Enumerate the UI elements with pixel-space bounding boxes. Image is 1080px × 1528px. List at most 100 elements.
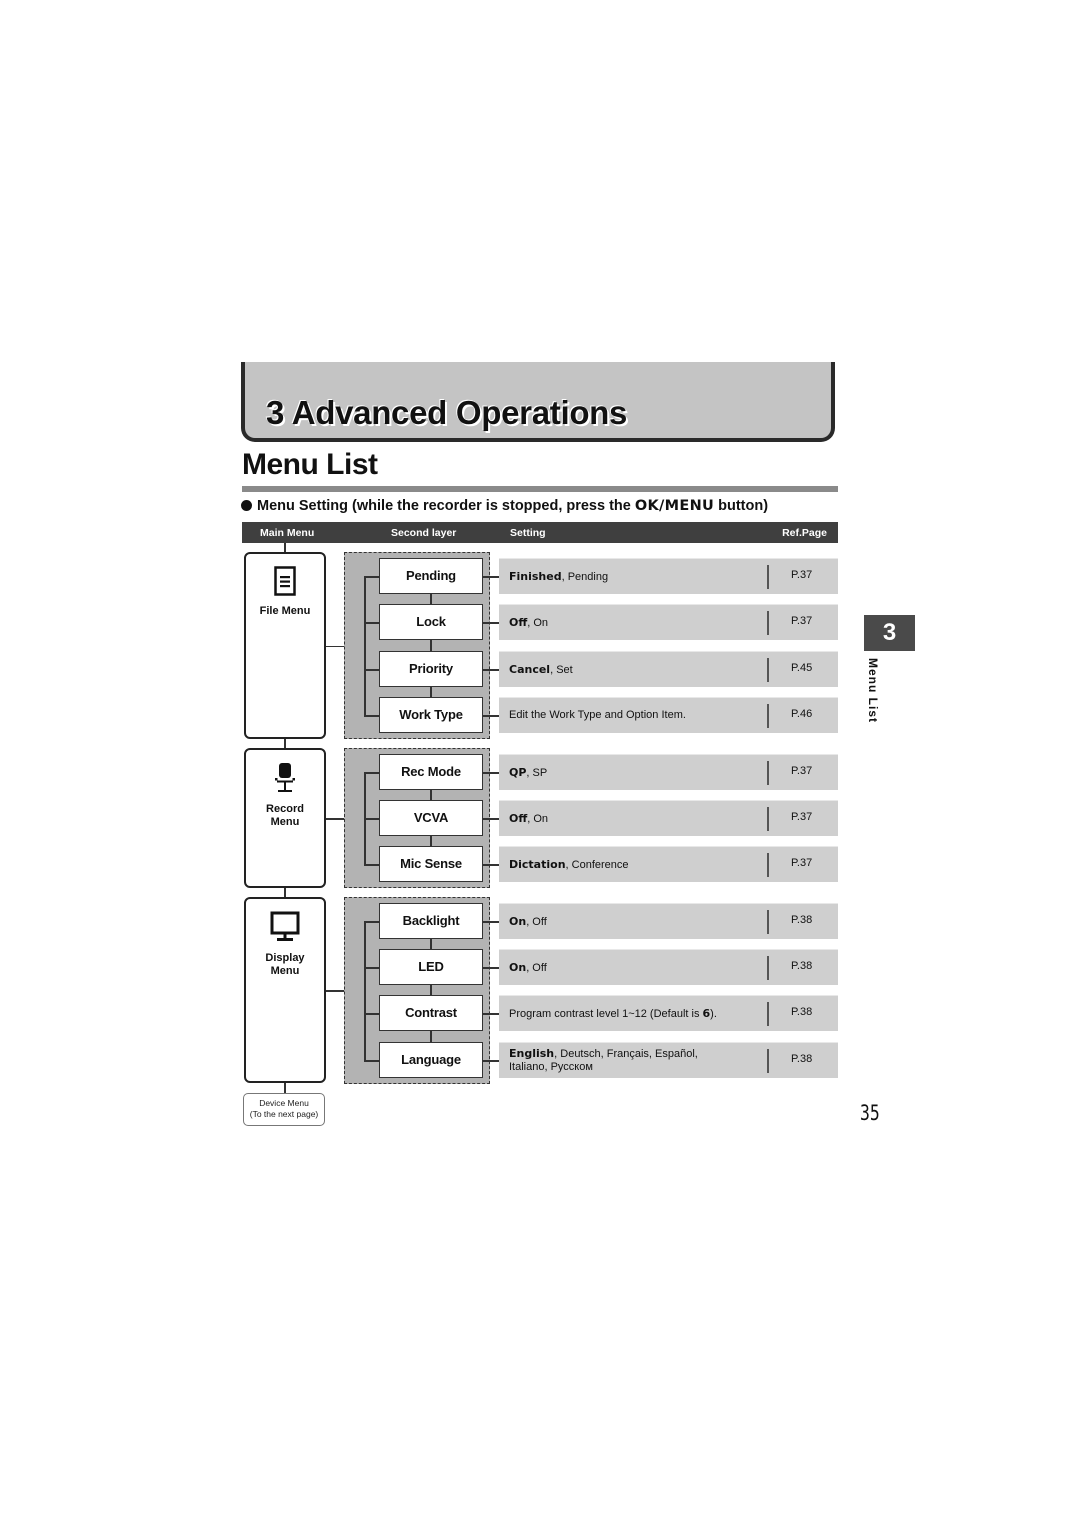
bracket-line — [364, 772, 379, 774]
header-ref-page: Ref.Page — [782, 527, 827, 539]
second-layer-item-rec-mode[interactable]: Rec Mode — [379, 754, 483, 790]
ref-page-link[interactable]: P.37 — [791, 811, 812, 823]
connector-line — [430, 640, 432, 651]
second-layer-item-backlight[interactable]: Backlight — [379, 903, 483, 939]
second-layer-item-pending[interactable]: Pending — [379, 558, 483, 594]
table-header: Main Menu Second layer Setting Ref.Page — [242, 522, 838, 543]
other-options: , Off — [526, 916, 547, 928]
setting-suffix: ). — [710, 1008, 717, 1020]
bracket-line — [364, 576, 366, 715]
connector-line — [326, 645, 344, 647]
connector-line — [483, 864, 499, 866]
setting-options: On, Off — [509, 961, 547, 975]
setting-options: Cancel, Set — [509, 663, 573, 677]
main-menu-label: Menu — [270, 965, 300, 977]
device-menu-note: (To the next page) — [249, 1109, 319, 1119]
header-second-layer: Second layer — [391, 527, 457, 539]
column-divider — [767, 1049, 769, 1073]
microphone-stand-icon — [246, 762, 324, 799]
ref-page-link[interactable]: P.37 — [791, 857, 812, 869]
ref-page-link[interactable]: P.46 — [791, 708, 812, 720]
ref-page-link[interactable]: P.38 — [791, 1053, 812, 1065]
setting-row: Dictation, Conference P.37 — [499, 846, 838, 882]
connector-line — [430, 939, 432, 949]
other-options: , SP — [526, 767, 548, 779]
page-title: Menu List — [242, 448, 378, 481]
other-options: , Set — [550, 664, 573, 676]
second-layer-item-language[interactable]: Language — [379, 1042, 483, 1078]
connector-line — [483, 1013, 499, 1015]
second-layer-item-priority[interactable]: Priority — [379, 651, 483, 687]
connector-line — [483, 669, 499, 671]
default-option: Cancel — [509, 663, 551, 676]
connector-line — [284, 739, 286, 748]
ref-page-link[interactable]: P.38 — [791, 1006, 812, 1018]
main-menu-label: Menu — [270, 816, 300, 828]
default-option: QP — [509, 766, 527, 779]
subheading-prefix: Menu Setting (while the recorder is stop… — [257, 498, 635, 514]
ref-page-link[interactable]: P.37 — [791, 569, 812, 581]
bracket-line — [364, 622, 379, 624]
second-layer-item-vcva[interactable]: VCVA — [379, 800, 483, 836]
connector-line — [430, 594, 432, 604]
setting-row: Cancel, Set P.45 — [499, 651, 838, 687]
default-option: Off — [509, 812, 528, 825]
bracket-line — [364, 1013, 379, 1015]
setting-options: Finished, Pending — [509, 570, 608, 584]
ref-page-link[interactable]: P.37 — [791, 765, 812, 777]
connector-line — [483, 772, 499, 774]
main-menu-display-menu[interactable]: Display Menu — [244, 897, 326, 1083]
ref-page-link[interactable]: P.45 — [791, 662, 812, 674]
column-divider — [767, 611, 769, 635]
subheading: Menu Setting (while the recorder is stop… — [241, 498, 768, 514]
connector-line — [430, 687, 432, 697]
connector-line — [326, 818, 344, 820]
connector-line — [483, 576, 499, 578]
ok-menu-button-name: OK/MENU — [634, 498, 715, 514]
ref-page-link[interactable]: P.37 — [791, 615, 812, 627]
column-divider — [767, 807, 769, 831]
setting-options: On, Off — [509, 915, 547, 929]
bracket-line — [364, 576, 379, 578]
setting-row: Off, On P.37 — [499, 604, 838, 640]
setting-options: Edit the Work Type and Option Item. — [509, 709, 686, 722]
monitor-display-icon — [246, 911, 324, 948]
bracket-line — [364, 818, 379, 820]
device-menu-label: Device Menu — [259, 1098, 309, 1108]
ref-page-link[interactable]: P.38 — [791, 960, 812, 972]
default-option: Off — [509, 616, 528, 629]
second-layer-item-led[interactable]: LED — [379, 949, 483, 985]
connector-line — [430, 1031, 432, 1042]
other-options: Edit the Work Type and Option Item. — [509, 709, 686, 721]
chapter-title: 3 Advanced Operations — [266, 394, 628, 431]
other-options: Program contrast level 1~12 (Default is — [509, 1008, 703, 1020]
connector-line — [284, 888, 286, 897]
other-options-line2: Italiano, Русском — [509, 1061, 593, 1073]
default-option: On — [509, 915, 527, 928]
title-divider — [242, 486, 838, 492]
main-menu-record-menu[interactable]: Record Menu — [244, 748, 326, 888]
other-options: , On — [527, 617, 549, 629]
default-option: Finished — [509, 570, 562, 583]
main-menu-file-menu[interactable]: File Menu — [244, 552, 326, 739]
second-layer-item-contrast[interactable]: Contrast — [379, 995, 483, 1031]
setting-row: On, Off P.38 — [499, 903, 838, 939]
chapter-side-tab: 3 — [864, 615, 915, 651]
setting-options: English, Deutsch, Français, Español, Ital… — [509, 1047, 698, 1074]
setting-options: Program contrast level 1~12 (Default is … — [509, 1007, 717, 1021]
bracket-line — [364, 715, 379, 717]
column-divider — [767, 910, 769, 934]
second-layer-item-work-type[interactable]: Work Type — [379, 697, 483, 733]
column-divider — [767, 658, 769, 682]
second-layer-item-lock[interactable]: Lock — [379, 604, 483, 640]
side-tab-label: Menu List — [866, 658, 880, 723]
connector-line — [284, 543, 286, 552]
setting-options: Off, On — [509, 812, 548, 826]
connector-line — [430, 836, 432, 846]
other-options: , Deutsch, Français, Español, — [554, 1048, 698, 1060]
connector-line — [483, 921, 499, 923]
second-layer-item-mic-sense[interactable]: Mic Sense — [379, 846, 483, 882]
device-menu-box[interactable]: Device Menu (To the next page) — [243, 1093, 325, 1126]
ref-page-link[interactable]: P.38 — [791, 914, 812, 926]
connector-line — [430, 985, 432, 995]
